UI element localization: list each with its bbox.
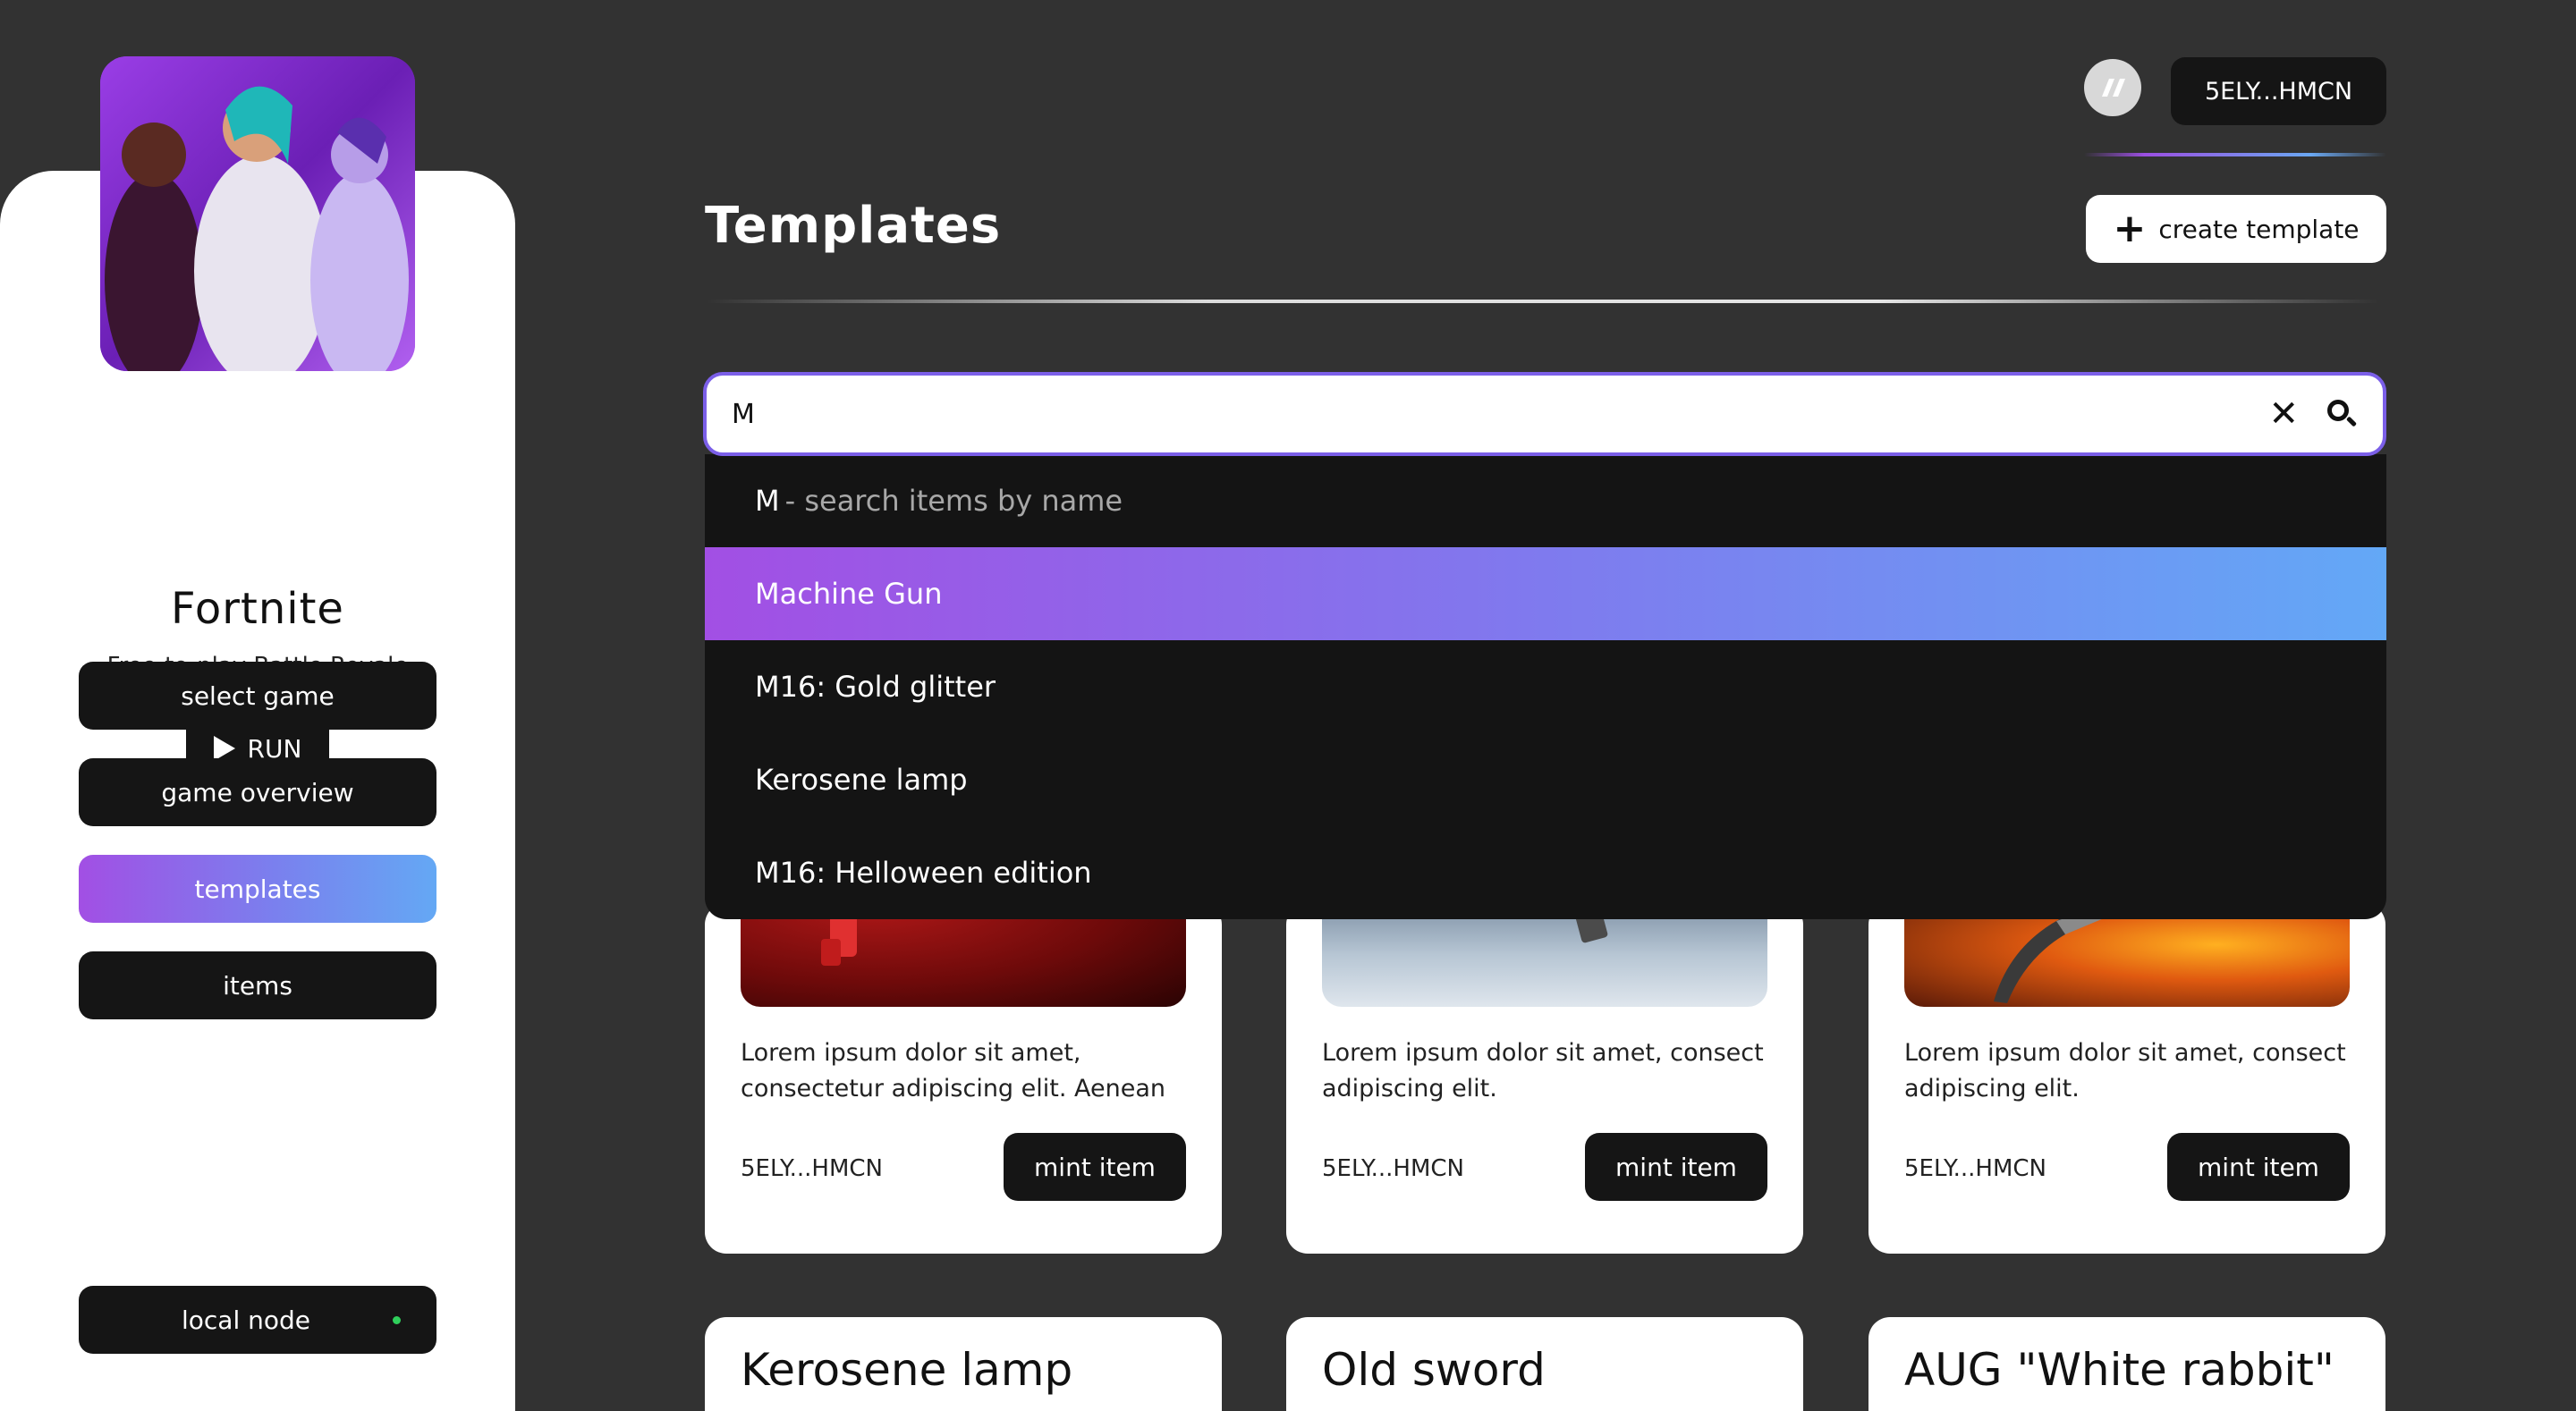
card-title: Old sword bbox=[1322, 1344, 1546, 1396]
template-card[interactable]: Lorem ipsum dolor sit amet, consect adip… bbox=[1868, 903, 2385, 1254]
page-title: Templates bbox=[705, 197, 1002, 255]
card-owner: 5ELY...HMCN bbox=[741, 1155, 883, 1182]
search-input[interactable] bbox=[732, 398, 2269, 430]
search-hint[interactable]: M - search items by name bbox=[705, 454, 2386, 547]
nav-items[interactable]: items bbox=[79, 951, 436, 1019]
nav-label: templates bbox=[194, 874, 321, 904]
template-card-partial[interactable]: Kerosene lamp bbox=[705, 1317, 1222, 1411]
nav-select-game[interactable]: select game bbox=[79, 662, 436, 730]
search-icon[interactable] bbox=[2326, 398, 2358, 430]
card-description: Lorem ipsum dolor sit amet, consect adip… bbox=[1904, 1039, 2346, 1103]
mint-label: mint item bbox=[1034, 1152, 1156, 1182]
game-title: Fortnite bbox=[171, 584, 344, 634]
create-label: create template bbox=[2158, 214, 2360, 244]
nav-templates[interactable]: templates bbox=[79, 855, 436, 923]
user-avatar[interactable] bbox=[2084, 59, 2141, 116]
plus-icon: + bbox=[2113, 206, 2147, 251]
nav-label: game overview bbox=[161, 777, 354, 807]
search-suggestions: M - search items by name Machine Gun M16… bbox=[705, 454, 2386, 919]
game-cover-image bbox=[100, 56, 415, 371]
wallet-address: 5ELY...HMCN bbox=[2204, 77, 2353, 106]
card-description: Lorem ipsum dolor sit amet, consect adip… bbox=[1322, 1039, 1764, 1103]
nav-label: items bbox=[223, 970, 292, 1001]
node-status-dot bbox=[393, 1316, 401, 1324]
mint-item-button[interactable]: mint item bbox=[1585, 1133, 1767, 1201]
mint-item-button[interactable]: mint item bbox=[1004, 1133, 1186, 1201]
mint-label: mint item bbox=[1615, 1152, 1737, 1182]
suggestion-item[interactable]: M16: Helloween edition bbox=[705, 826, 2386, 919]
wallet-underline bbox=[2084, 153, 2386, 156]
template-card-partial[interactable]: AUG "White rabbit" bbox=[1868, 1317, 2385, 1411]
card-description: Lorem ipsum dolor sit amet, consectetur … bbox=[741, 1039, 1166, 1103]
template-card-partial[interactable]: Old sword bbox=[1286, 1317, 1803, 1411]
hint-text: - search items by name bbox=[784, 484, 1123, 518]
nav-game-overview[interactable]: game overview bbox=[79, 758, 436, 826]
play-icon bbox=[213, 736, 235, 761]
create-template-button[interactable]: + create template bbox=[2086, 195, 2386, 263]
suggestion-item[interactable]: Kerosene lamp bbox=[705, 733, 2386, 826]
local-node-button[interactable]: local node bbox=[79, 1286, 436, 1354]
wallet-button[interactable]: 5ELY...HMCN bbox=[2171, 57, 2386, 125]
card-owner: 5ELY...HMCN bbox=[1904, 1155, 2046, 1182]
suggestion-item[interactable]: M16: Gold glitter bbox=[705, 640, 2386, 733]
clear-icon[interactable]: ✕ bbox=[2268, 393, 2299, 435]
node-label: local node bbox=[181, 1305, 311, 1335]
search-box: ✕ bbox=[703, 372, 2386, 456]
card-title: AUG "White rabbit" bbox=[1904, 1344, 2334, 1396]
mint-label: mint item bbox=[2198, 1152, 2319, 1182]
nav-label: select game bbox=[181, 680, 335, 711]
card-title: Kerosene lamp bbox=[741, 1344, 1073, 1396]
mint-item-button[interactable]: mint item bbox=[2167, 1133, 2350, 1201]
suggestion-item[interactable]: Machine Gun bbox=[705, 547, 2386, 640]
template-card[interactable]: Lorem ipsum dolor sit amet, consectetur … bbox=[705, 903, 1222, 1254]
template-card[interactable]: Lorem ipsum dolor sit amet, consect adip… bbox=[1286, 903, 1803, 1254]
avatar-icon bbox=[2102, 79, 2125, 97]
card-owner: 5ELY...HMCN bbox=[1322, 1155, 1464, 1182]
hint-query: M bbox=[755, 484, 780, 518]
title-divider bbox=[707, 300, 2379, 303]
